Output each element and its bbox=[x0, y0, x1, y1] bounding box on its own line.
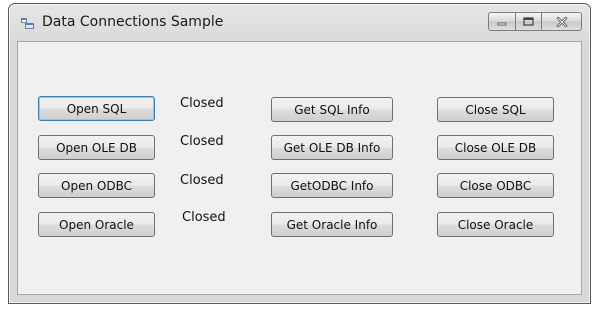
get-odbc-info-button[interactable]: GetODBC Info bbox=[271, 173, 393, 198]
open-odbc-button[interactable]: Open ODBC bbox=[38, 173, 155, 198]
app-icon bbox=[21, 18, 34, 29]
get-sql-info-button[interactable]: Get SQL Info bbox=[271, 97, 393, 122]
close-button[interactable] bbox=[542, 12, 582, 31]
get-oracle-info-button[interactable]: Get Oracle Info bbox=[271, 212, 393, 237]
odbc-status-label: Closed bbox=[180, 173, 224, 188]
close-sql-button[interactable]: Close SQL bbox=[437, 97, 554, 122]
title-bar[interactable]: Data Connections Sample bbox=[9, 4, 590, 41]
window-title: Data Connections Sample bbox=[42, 14, 224, 30]
caption-buttons bbox=[488, 12, 582, 31]
open-oracle-button[interactable]: Open Oracle bbox=[38, 212, 155, 237]
oracle-status-label: Closed bbox=[182, 210, 226, 225]
close-oracle-button[interactable]: Close Oracle bbox=[437, 212, 554, 237]
minimize-icon bbox=[497, 22, 507, 25]
close-ole-db-button[interactable]: Close OLE DB bbox=[437, 135, 554, 160]
minimize-button[interactable] bbox=[488, 12, 516, 31]
close-icon bbox=[556, 16, 567, 27]
open-ole-db-button[interactable]: Open OLE DB bbox=[38, 135, 155, 160]
close-odbc-button[interactable]: Close ODBC bbox=[437, 173, 554, 198]
open-sql-button[interactable]: Open SQL bbox=[38, 96, 155, 121]
get-ole-db-info-button[interactable]: Get OLE DB Info bbox=[271, 135, 393, 160]
maximize-icon bbox=[523, 17, 534, 26]
sql-status-label: Closed bbox=[180, 96, 224, 111]
form-client-area: Open SQL Closed Get SQL Info Close SQL O… bbox=[17, 41, 582, 295]
maximize-button[interactable] bbox=[516, 12, 542, 31]
ole-db-status-label: Closed bbox=[180, 134, 224, 149]
app-window: Data Connections Sample Open SQL Closed … bbox=[8, 3, 591, 304]
